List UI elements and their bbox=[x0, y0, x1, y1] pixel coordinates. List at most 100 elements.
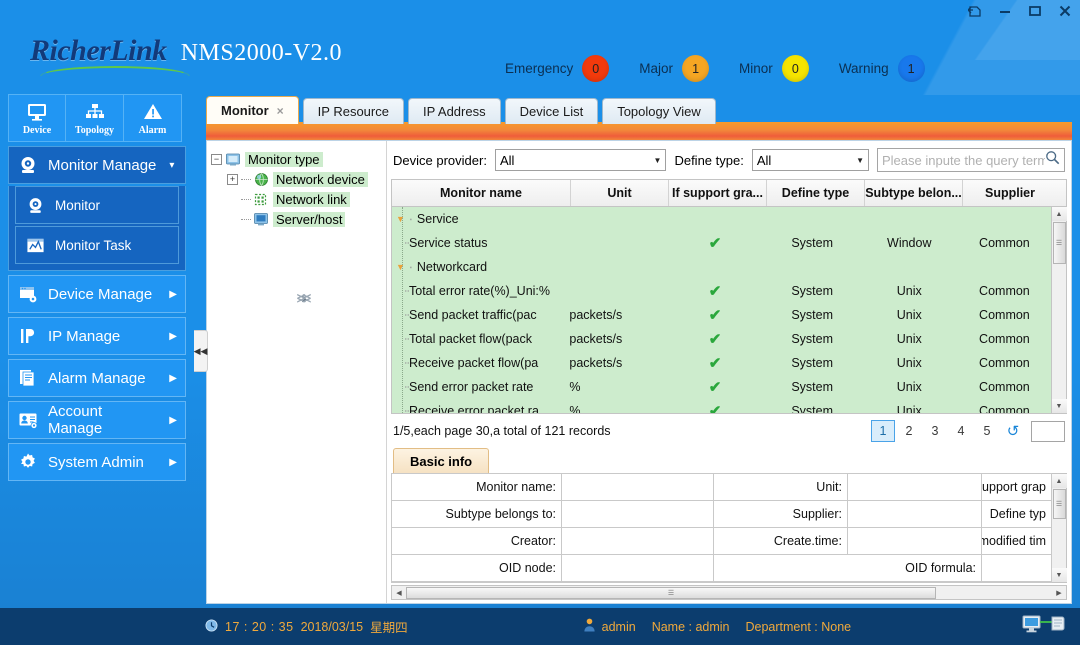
tree-expand-toggle[interactable]: + bbox=[227, 173, 238, 185]
scroll-down-arrow[interactable]: ▼ bbox=[1051, 399, 1067, 413]
scroll-down-arrow[interactable]: ▼ bbox=[1051, 568, 1067, 582]
status-connection-group[interactable] bbox=[1022, 614, 1068, 639]
quick-button-device[interactable]: Device bbox=[8, 94, 66, 142]
sidebar-item-device-manage[interactable]: Device Manage ▶ bbox=[8, 275, 186, 313]
folder-icon bbox=[225, 151, 241, 167]
field-label-creator: Creator: bbox=[392, 528, 562, 555]
field-value-subtype-belongs-to[interactable] bbox=[562, 501, 714, 528]
quick-button-alarm[interactable]: Alarm bbox=[124, 94, 182, 142]
table-row[interactable]: ‧‧ Receive error packet ra % ✔ System Uni… bbox=[392, 399, 1051, 413]
tree-node-server-host[interactable]: Server/host bbox=[211, 209, 382, 229]
tree-collapse-toggle[interactable]: − bbox=[211, 153, 222, 165]
tab-ip-resource[interactable]: IP Resource bbox=[302, 98, 404, 124]
tab-basic-info[interactable]: Basic info bbox=[393, 448, 490, 473]
alarm-counter-minor[interactable]: Minor 0 bbox=[739, 55, 809, 82]
page-button-5[interactable]: 5 bbox=[975, 420, 999, 442]
tab-label: IP Address bbox=[422, 104, 486, 119]
sidebar-nav: Monitor Manage ▾ Monitor Monitor Task De… bbox=[8, 146, 186, 481]
column-header-if-support-graph[interactable]: If support gra... bbox=[669, 180, 767, 206]
cell-monitor-name: Receive packet flow(pa bbox=[409, 356, 539, 370]
field-value-oid-formula[interactable] bbox=[982, 555, 1052, 582]
page-button-3[interactable]: 3 bbox=[923, 420, 947, 442]
tab-monitor[interactable]: Monitor × bbox=[206, 96, 299, 124]
search-box[interactable] bbox=[877, 148, 1065, 172]
server-link-icon bbox=[1022, 614, 1068, 639]
form-horizontal-scrollbar[interactable]: ◀ ☰ ▶ bbox=[391, 585, 1067, 600]
group-collapse-icon[interactable]: ▼ bbox=[396, 214, 405, 224]
tab-close-icon[interactable]: × bbox=[277, 104, 284, 118]
sidebar-item-account-manage[interactable]: Account Manage ▶ bbox=[8, 401, 186, 439]
tab-ip-address[interactable]: IP Address bbox=[407, 98, 501, 124]
refresh-icon[interactable]: ↺ bbox=[1001, 420, 1025, 442]
table-row[interactable]: ‧‧ Total packet flow(pack packets/s ✔ Sys… bbox=[392, 327, 1051, 351]
field-value-unit[interactable] bbox=[848, 474, 982, 501]
scrollbar-thumb[interactable]: ☰ bbox=[1052, 222, 1066, 264]
brand: RicherLink NMS2000-V2.0 bbox=[30, 34, 342, 68]
tree-node-network-link[interactable]: Network link bbox=[211, 189, 382, 209]
field-value-monitor-name[interactable] bbox=[562, 474, 714, 501]
column-header-unit[interactable]: Unit bbox=[571, 180, 669, 206]
tree-guide-line bbox=[402, 207, 403, 413]
scroll-right-arrow[interactable]: ▶ bbox=[1052, 589, 1066, 597]
scrollbar-thumb[interactable]: ☰ bbox=[406, 586, 936, 599]
sidebar-item-system-admin[interactable]: System Admin ▶ bbox=[8, 443, 186, 481]
sidebar-item-ip-manage[interactable]: IP Manage ▶ bbox=[8, 317, 186, 355]
sidebar-item-monitor-task[interactable]: Monitor Task bbox=[15, 226, 179, 264]
table-row[interactable]: ▼ ‧ Service bbox=[392, 207, 1051, 231]
search-icon[interactable] bbox=[1045, 150, 1060, 170]
page-button-4[interactable]: 4 bbox=[949, 420, 973, 442]
sidebar-item-monitor[interactable]: Monitor bbox=[15, 186, 179, 224]
scroll-up-arrow[interactable]: ▲ bbox=[1051, 474, 1067, 488]
device-provider-select[interactable]: All ▼ bbox=[494, 149, 667, 171]
cell-monitor-name: Send error packet rate bbox=[409, 380, 534, 394]
field-value-supplier[interactable] bbox=[848, 501, 982, 528]
column-header-subtype-belongs[interactable]: Subtype belon... bbox=[865, 180, 963, 206]
page-button-1[interactable]: 1 bbox=[871, 420, 895, 442]
filter-toolbar: Device provider: All ▼ Define type: All … bbox=[387, 141, 1071, 179]
form-vertical-scrollbar[interactable]: ▲ ☰ ▼ bbox=[1051, 473, 1067, 583]
table-row[interactable]: ‧‧ Send packet traffic(pac packets/s ✔ Sy… bbox=[392, 303, 1051, 327]
maximize-icon[interactable] bbox=[1020, 0, 1050, 22]
alarm-counter-emergency[interactable]: Emergency 0 bbox=[505, 55, 610, 82]
quick-access-bar: Device Topology Alarm bbox=[8, 94, 182, 142]
page-last-button[interactable]: ≫ bbox=[215, 287, 393, 309]
column-header-define-type[interactable]: Define type bbox=[767, 180, 865, 206]
tree-node-network-device[interactable]: + Network device bbox=[211, 169, 382, 189]
close-icon[interactable] bbox=[1050, 0, 1080, 22]
search-input[interactable] bbox=[882, 152, 1045, 168]
sidebar-submenu: Monitor Monitor Task bbox=[8, 186, 186, 271]
field-value-creator[interactable] bbox=[562, 528, 714, 555]
tree-leaf-connector: ‧‧ bbox=[404, 333, 410, 346]
scrollbar-thumb[interactable]: ☰ bbox=[1052, 489, 1066, 519]
table-row[interactable]: ‧‧ Service status ✔ System Window Common bbox=[392, 231, 1051, 255]
tab-topology-view[interactable]: Topology View bbox=[602, 98, 716, 124]
column-header-monitor-name[interactable]: Monitor name bbox=[392, 180, 571, 206]
field-value-oid-node[interactable] bbox=[562, 555, 714, 582]
scroll-up-arrow[interactable]: ▲ bbox=[1051, 207, 1067, 221]
sidebar-item-monitor-manage[interactable]: Monitor Manage ▾ bbox=[8, 146, 186, 184]
field-value-create-time[interactable] bbox=[848, 528, 982, 555]
column-header-supplier[interactable]: Supplier bbox=[963, 180, 1057, 206]
define-type-select[interactable]: All ▼ bbox=[751, 149, 869, 171]
sidebar-collapse-handle[interactable]: ◀◀ bbox=[194, 330, 208, 372]
alarm-counter-warning[interactable]: Warning 1 bbox=[839, 55, 925, 82]
tab-device-list[interactable]: Device List bbox=[504, 98, 599, 124]
table-vertical-scrollbar[interactable]: ▲ ☰ ▼ bbox=[1051, 207, 1067, 413]
table-row[interactable]: ▼ ‧ Networkcard bbox=[392, 255, 1051, 279]
field-label-monitor-name: Monitor name: bbox=[392, 474, 562, 501]
cell-monitor-name: Service status bbox=[409, 236, 488, 250]
restore-down-icon[interactable] bbox=[960, 0, 990, 22]
table-row[interactable]: ‧‧ Total error rate(%)_Uni:% ✔ System Uni… bbox=[392, 279, 1051, 303]
sidebar-item-alarm-manage[interactable]: Alarm Manage ▶ bbox=[8, 359, 186, 397]
table-row[interactable]: ‧‧ Receive packet flow(pa packets/s ✔ Sys… bbox=[392, 351, 1051, 375]
tree-node-monitor-type[interactable]: − Monitor type bbox=[211, 149, 382, 169]
alarm-counter-major[interactable]: Major 1 bbox=[639, 55, 710, 82]
quick-button-topology[interactable]: Topology bbox=[66, 94, 124, 142]
page-button-2[interactable]: 2 bbox=[897, 420, 921, 442]
group-collapse-icon[interactable]: ▼ bbox=[396, 262, 405, 272]
table-row[interactable]: ‧‧ Send error packet rate % ✔ System Unix… bbox=[392, 375, 1051, 399]
field-label-if-support-graph: If support grap bbox=[982, 474, 1052, 501]
page-jump-input[interactable] bbox=[1031, 420, 1065, 442]
minimize-icon[interactable] bbox=[990, 0, 1020, 22]
scroll-left-arrow[interactable]: ◀ bbox=[392, 589, 406, 597]
